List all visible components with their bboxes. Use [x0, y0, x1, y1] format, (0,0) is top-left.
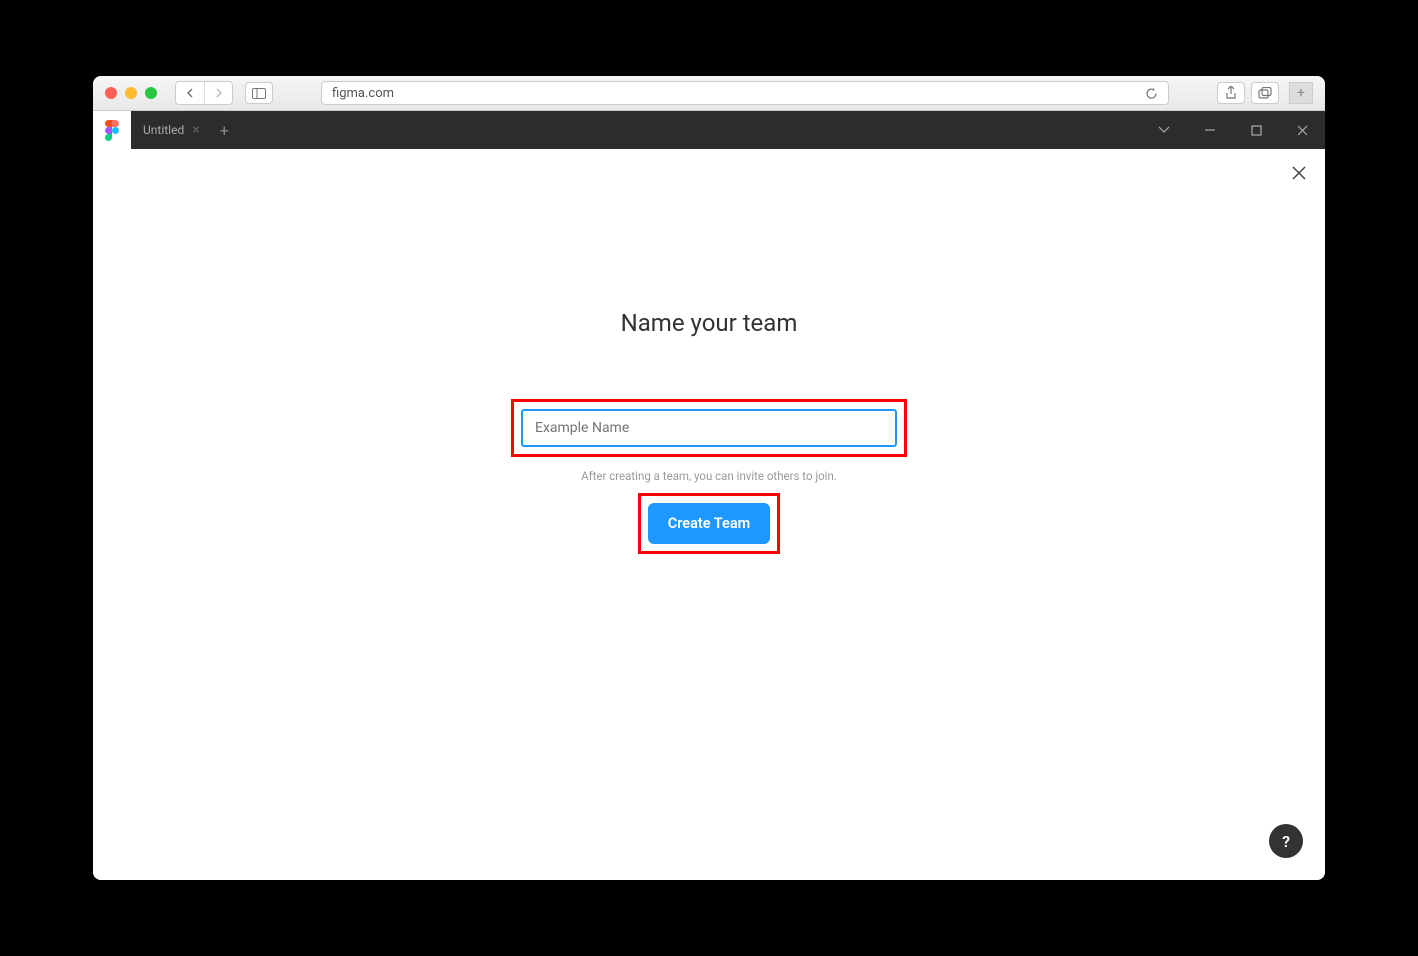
helper-text: After creating a team, you can invite ot…: [581, 469, 837, 483]
sidebar-toggle-button[interactable]: [245, 82, 273, 104]
chevron-down-icon[interactable]: [1141, 111, 1187, 149]
forward-button[interactable]: [204, 82, 232, 104]
tab-title: Untitled: [143, 123, 184, 137]
browser-window: figma.com + Untitled: [93, 76, 1325, 880]
window-close-dot[interactable]: [105, 87, 117, 99]
url-text: figma.com: [332, 86, 394, 101]
window-minimize-dot[interactable]: [125, 87, 137, 99]
create-team-button[interactable]: Create Team: [648, 503, 771, 544]
window-close-icon[interactable]: [1279, 111, 1325, 149]
browser-chrome: figma.com +: [93, 76, 1325, 111]
tabs-button[interactable]: [1251, 82, 1279, 104]
share-button[interactable]: [1217, 82, 1245, 104]
create-team-form: Name your team After creating a team, yo…: [93, 149, 1325, 544]
window-zoom-dot[interactable]: [145, 87, 157, 99]
team-name-input[interactable]: [521, 409, 897, 447]
reload-icon[interactable]: [1145, 87, 1158, 100]
dialog-content: Name your team After creating a team, yo…: [93, 149, 1325, 880]
tab-close-icon[interactable]: ×: [192, 122, 199, 138]
team-name-input-wrap: [521, 409, 897, 447]
new-tab-button[interactable]: +: [1289, 82, 1313, 104]
figma-logo-icon[interactable]: [93, 111, 131, 149]
figma-tabbar: Untitled × +: [93, 111, 1325, 149]
dialog-heading: Name your team: [621, 309, 798, 337]
add-tab-button[interactable]: +: [212, 121, 237, 140]
back-button[interactable]: [176, 82, 204, 104]
document-tab[interactable]: Untitled ×: [131, 111, 212, 149]
create-button-wrap: Create Team: [648, 503, 771, 544]
window-traffic-lights: [105, 87, 157, 99]
dialog-close-button[interactable]: [1291, 165, 1307, 181]
window-maximize-icon[interactable]: [1233, 111, 1279, 149]
browser-right-controls: +: [1217, 82, 1313, 104]
nav-group: [175, 81, 233, 105]
url-bar[interactable]: figma.com: [321, 81, 1169, 105]
window-minimize-icon[interactable]: [1187, 111, 1233, 149]
help-button[interactable]: ?: [1269, 824, 1303, 858]
app-window-controls: [1141, 111, 1325, 149]
